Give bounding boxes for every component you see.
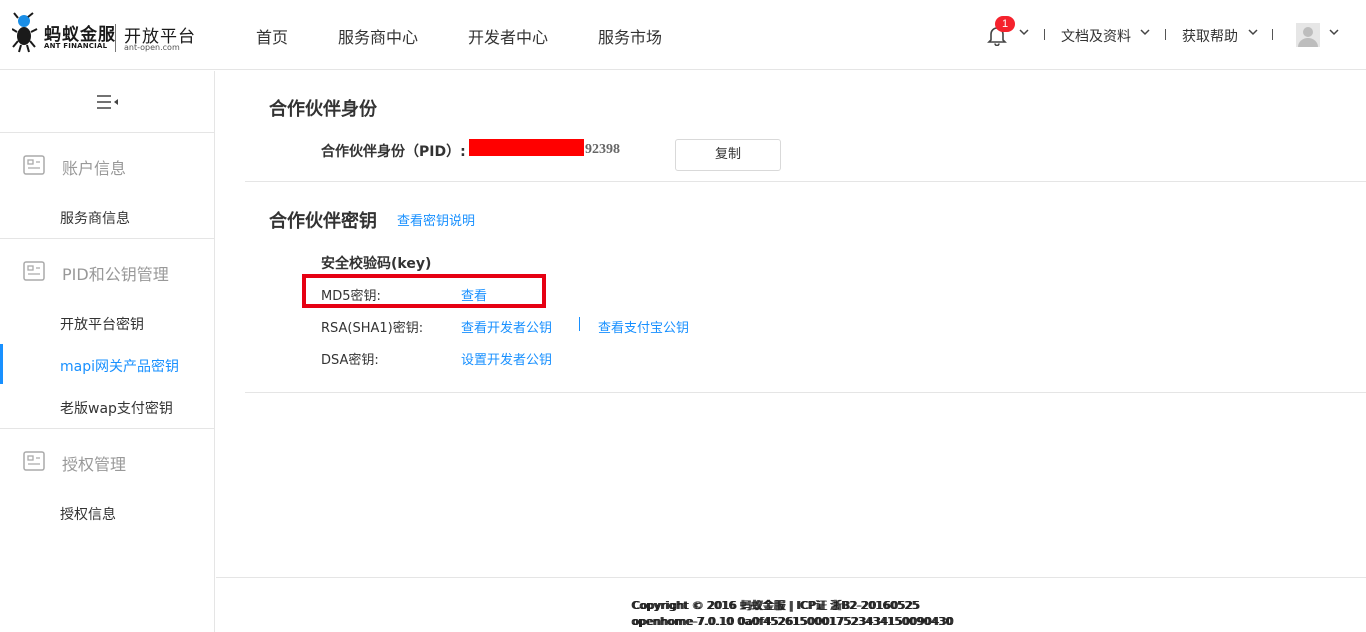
- sidebar-group-authorization[interactable]: 授权管理: [23, 449, 213, 474]
- sidebar-item-authorization-info[interactable]: 授权信息: [60, 504, 116, 524]
- chevron-down-icon[interactable]: [1329, 28, 1339, 36]
- footer-copyright: Copyright © 2016 蚂蚁金服 | ICP证 浙B2-2016052…: [632, 599, 920, 612]
- pid-label: 合作伙伴身份（PID）:: [321, 144, 466, 160]
- brand-logo[interactable]: 蚂蚁金服 ANT FINANCIAL 开放平台 ant-open.com: [12, 12, 197, 58]
- partner-key-title: 合作伙伴密钥: [269, 211, 377, 232]
- sidebar-item-legacy-wap-key[interactable]: 老版wap支付密钥: [60, 398, 173, 418]
- help-menu[interactable]: 获取帮助: [1182, 26, 1238, 46]
- avatar[interactable]: [1296, 23, 1320, 47]
- nav-service-provider-center[interactable]: 服务商中心: [338, 24, 418, 48]
- view-alipay-public-key-link[interactable]: 查看支付宝公钥: [598, 317, 689, 336]
- notification-badge: 1: [995, 16, 1015, 32]
- chevron-down-icon[interactable]: [1140, 28, 1150, 36]
- chevron-down-icon[interactable]: [1248, 28, 1258, 36]
- sidebar-group-label: PID和公钥管理: [62, 265, 169, 284]
- section-divider: [245, 181, 1366, 182]
- footer-build-info: openhome-7.0.10 0a0f45261500017523434150…: [632, 615, 954, 628]
- pid-redaction: [469, 139, 584, 156]
- sidebar: 账户信息 服务商信息 PID和公钥管理 开放平台密钥 mapi网关产品密钥 老版…: [0, 71, 215, 632]
- sidebar-divider: [0, 428, 215, 429]
- link-separator: [579, 317, 580, 331]
- sidebar-group-account[interactable]: 账户信息: [23, 153, 213, 178]
- active-indicator: [0, 344, 3, 384]
- top-header: 蚂蚁金服 ANT FINANCIAL 开放平台 ant-open.com 首页 …: [0, 0, 1366, 70]
- account-card-icon: [23, 155, 45, 175]
- security-key-heading: 安全校验码(key): [321, 256, 432, 272]
- sidebar-item-open-platform-key[interactable]: 开放平台密钥: [60, 314, 144, 334]
- pid-value-suffix: 92398: [585, 142, 620, 157]
- footer-divider: [216, 577, 1366, 578]
- brand-name-en: ANT FINANCIAL: [44, 42, 108, 50]
- copy-button[interactable]: 复制: [675, 139, 781, 171]
- menu-collapse-icon[interactable]: [96, 94, 120, 110]
- logo-divider: [115, 24, 116, 52]
- authorization-card-icon: [23, 451, 45, 471]
- docs-menu[interactable]: 文档及资料: [1061, 26, 1131, 46]
- header-separator: [1165, 29, 1166, 40]
- header-separator: [1272, 29, 1273, 40]
- nav-home[interactable]: 首页: [256, 24, 288, 48]
- ant-logo-icon: [12, 12, 38, 53]
- sidebar-group-label: 授权管理: [62, 455, 127, 474]
- header-separator: [1044, 29, 1045, 40]
- md5-highlight-box: [302, 274, 546, 308]
- sidebar-divider: [0, 132, 215, 133]
- sidebar-item-mapi-gateway-key[interactable]: mapi网关产品密钥: [60, 356, 179, 376]
- view-developer-public-key-link[interactable]: 查看开发者公钥: [461, 317, 552, 336]
- sidebar-group-pid-keys[interactable]: PID和公钥管理: [23, 259, 213, 284]
- sidebar-divider: [0, 238, 215, 239]
- key-help-link[interactable]: 查看密钥说明: [397, 210, 475, 229]
- nav-developer-center[interactable]: 开发者中心: [468, 24, 548, 48]
- partner-id-title: 合作伙伴身份: [269, 99, 377, 120]
- set-developer-public-key-link[interactable]: 设置开发者公钥: [461, 349, 552, 368]
- section-divider: [245, 392, 1366, 393]
- user-icon: [1298, 27, 1318, 47]
- nav-service-market[interactable]: 服务市场: [598, 24, 662, 48]
- rsa-key-label: RSA(SHA1)密钥:: [321, 321, 424, 336]
- chevron-down-icon[interactable]: [1019, 28, 1029, 36]
- platform-domain: ant-open.com: [124, 43, 180, 52]
- key-card-icon: [23, 261, 45, 281]
- sidebar-item-service-provider-info[interactable]: 服务商信息: [60, 208, 130, 228]
- sidebar-group-label: 账户信息: [62, 159, 127, 178]
- dsa-key-label: DSA密钥:: [321, 353, 379, 368]
